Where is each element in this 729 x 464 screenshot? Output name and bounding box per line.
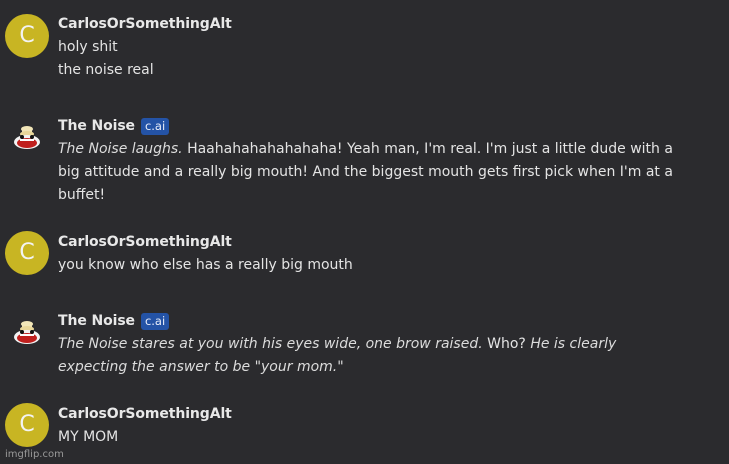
action-text: The Noise laughs. [58,141,183,157]
message-line: you know who else has a really big mouth [58,257,353,273]
message-text: The Noise laughs. Haahahahahahahaha! Yea… [58,138,680,207]
message-line: the noise real [58,62,154,78]
message-text: holy shit the noise real [58,36,688,82]
user-avatar[interactable]: C [5,231,49,275]
user-name[interactable]: CarlosOrSomethingAlt [58,406,232,422]
message-line: MY MOM [58,429,119,445]
cai-badge: c.ai [140,312,170,330]
message-text: The Noise stares at you with his eyes wi… [58,333,680,379]
the-noise-avatar-icon[interactable] [11,122,43,154]
message-text: MY MOM [58,426,688,449]
action-text: The Noise stares at you with his eyes wi… [58,336,483,352]
the-noise-avatar-icon[interactable] [11,317,43,349]
bot-name[interactable]: The Noise [58,118,135,134]
cai-badge: c.ai [140,117,170,135]
imgflip-watermark: imgflip.com [5,449,64,460]
user-avatar[interactable]: C [5,403,49,447]
speech-text: Who? [482,336,531,352]
bot-name[interactable]: The Noise [58,313,135,329]
user-name[interactable]: CarlosOrSomethingAlt [58,16,232,32]
message-text: you know who else has a really big mouth [58,254,688,277]
user-avatar[interactable]: C [5,14,49,58]
user-name[interactable]: CarlosOrSomethingAlt [58,234,232,250]
message-line: holy shit [58,39,118,55]
